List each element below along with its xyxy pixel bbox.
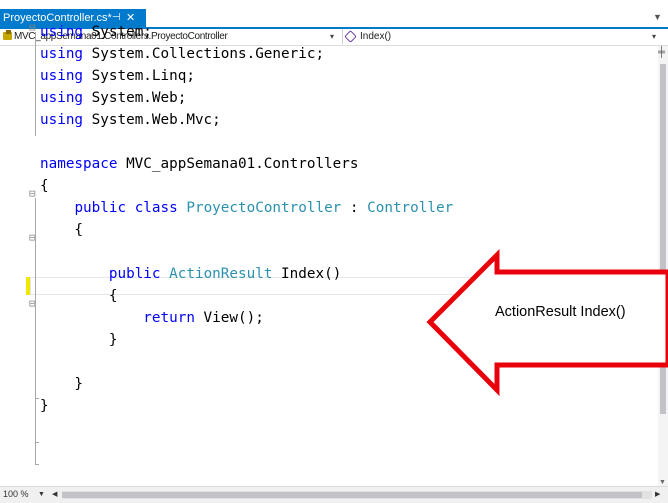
annotation-label: ActionResult Index() <box>495 304 626 320</box>
annotation-arrow <box>426 248 668 397</box>
red-arrow-outline <box>426 248 668 397</box>
